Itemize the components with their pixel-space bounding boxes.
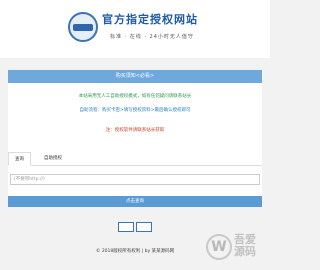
site-title: 官方指定授权网站 — [102, 13, 198, 26]
tab-bar: 查询 自助授权 — [8, 152, 262, 166]
query-form: (不要带http://) — [8, 166, 262, 196]
watermark-logo: W 吾爱源码 — [206, 228, 266, 266]
notice-line-1: 本站采用无人工自助授权模式，如有任何疑问请联系站长 — [78, 94, 192, 99]
watermark-glyph-icon: W — [206, 234, 232, 260]
tab-self-authorize[interactable]: 自助授权 — [38, 152, 68, 166]
notice-line-3: 注：授权软件请联系站长获取 — [105, 128, 165, 133]
domain-input[interactable]: (不要带http://) — [10, 174, 260, 185]
search-button[interactable]: 点击查询 — [8, 196, 262, 207]
action-button-1[interactable] — [118, 222, 134, 232]
tab-query[interactable]: 查询 — [8, 152, 31, 166]
notice-line-2: 自助流程：购买卡密>填写授权资料>最后确认授权即可 — [79, 108, 191, 113]
site-logo-icon — [68, 12, 98, 42]
site-subtitle: 标准 · 在线 · 24小时无人值守 — [110, 34, 194, 40]
watermark-title: 吾爱源码 — [234, 233, 256, 258]
notice-panel: 本站采用无人工自助授权模式，如有任何疑问请联系站长 自助流程：购买卡密>填写授权… — [8, 83, 262, 157]
action-button-2[interactable] — [136, 222, 152, 232]
notice-title-bar: 购买须知<必看> — [8, 70, 262, 83]
header: 官方指定授权网站 标准 · 在线 · 24小时无人值守 — [0, 0, 270, 58]
